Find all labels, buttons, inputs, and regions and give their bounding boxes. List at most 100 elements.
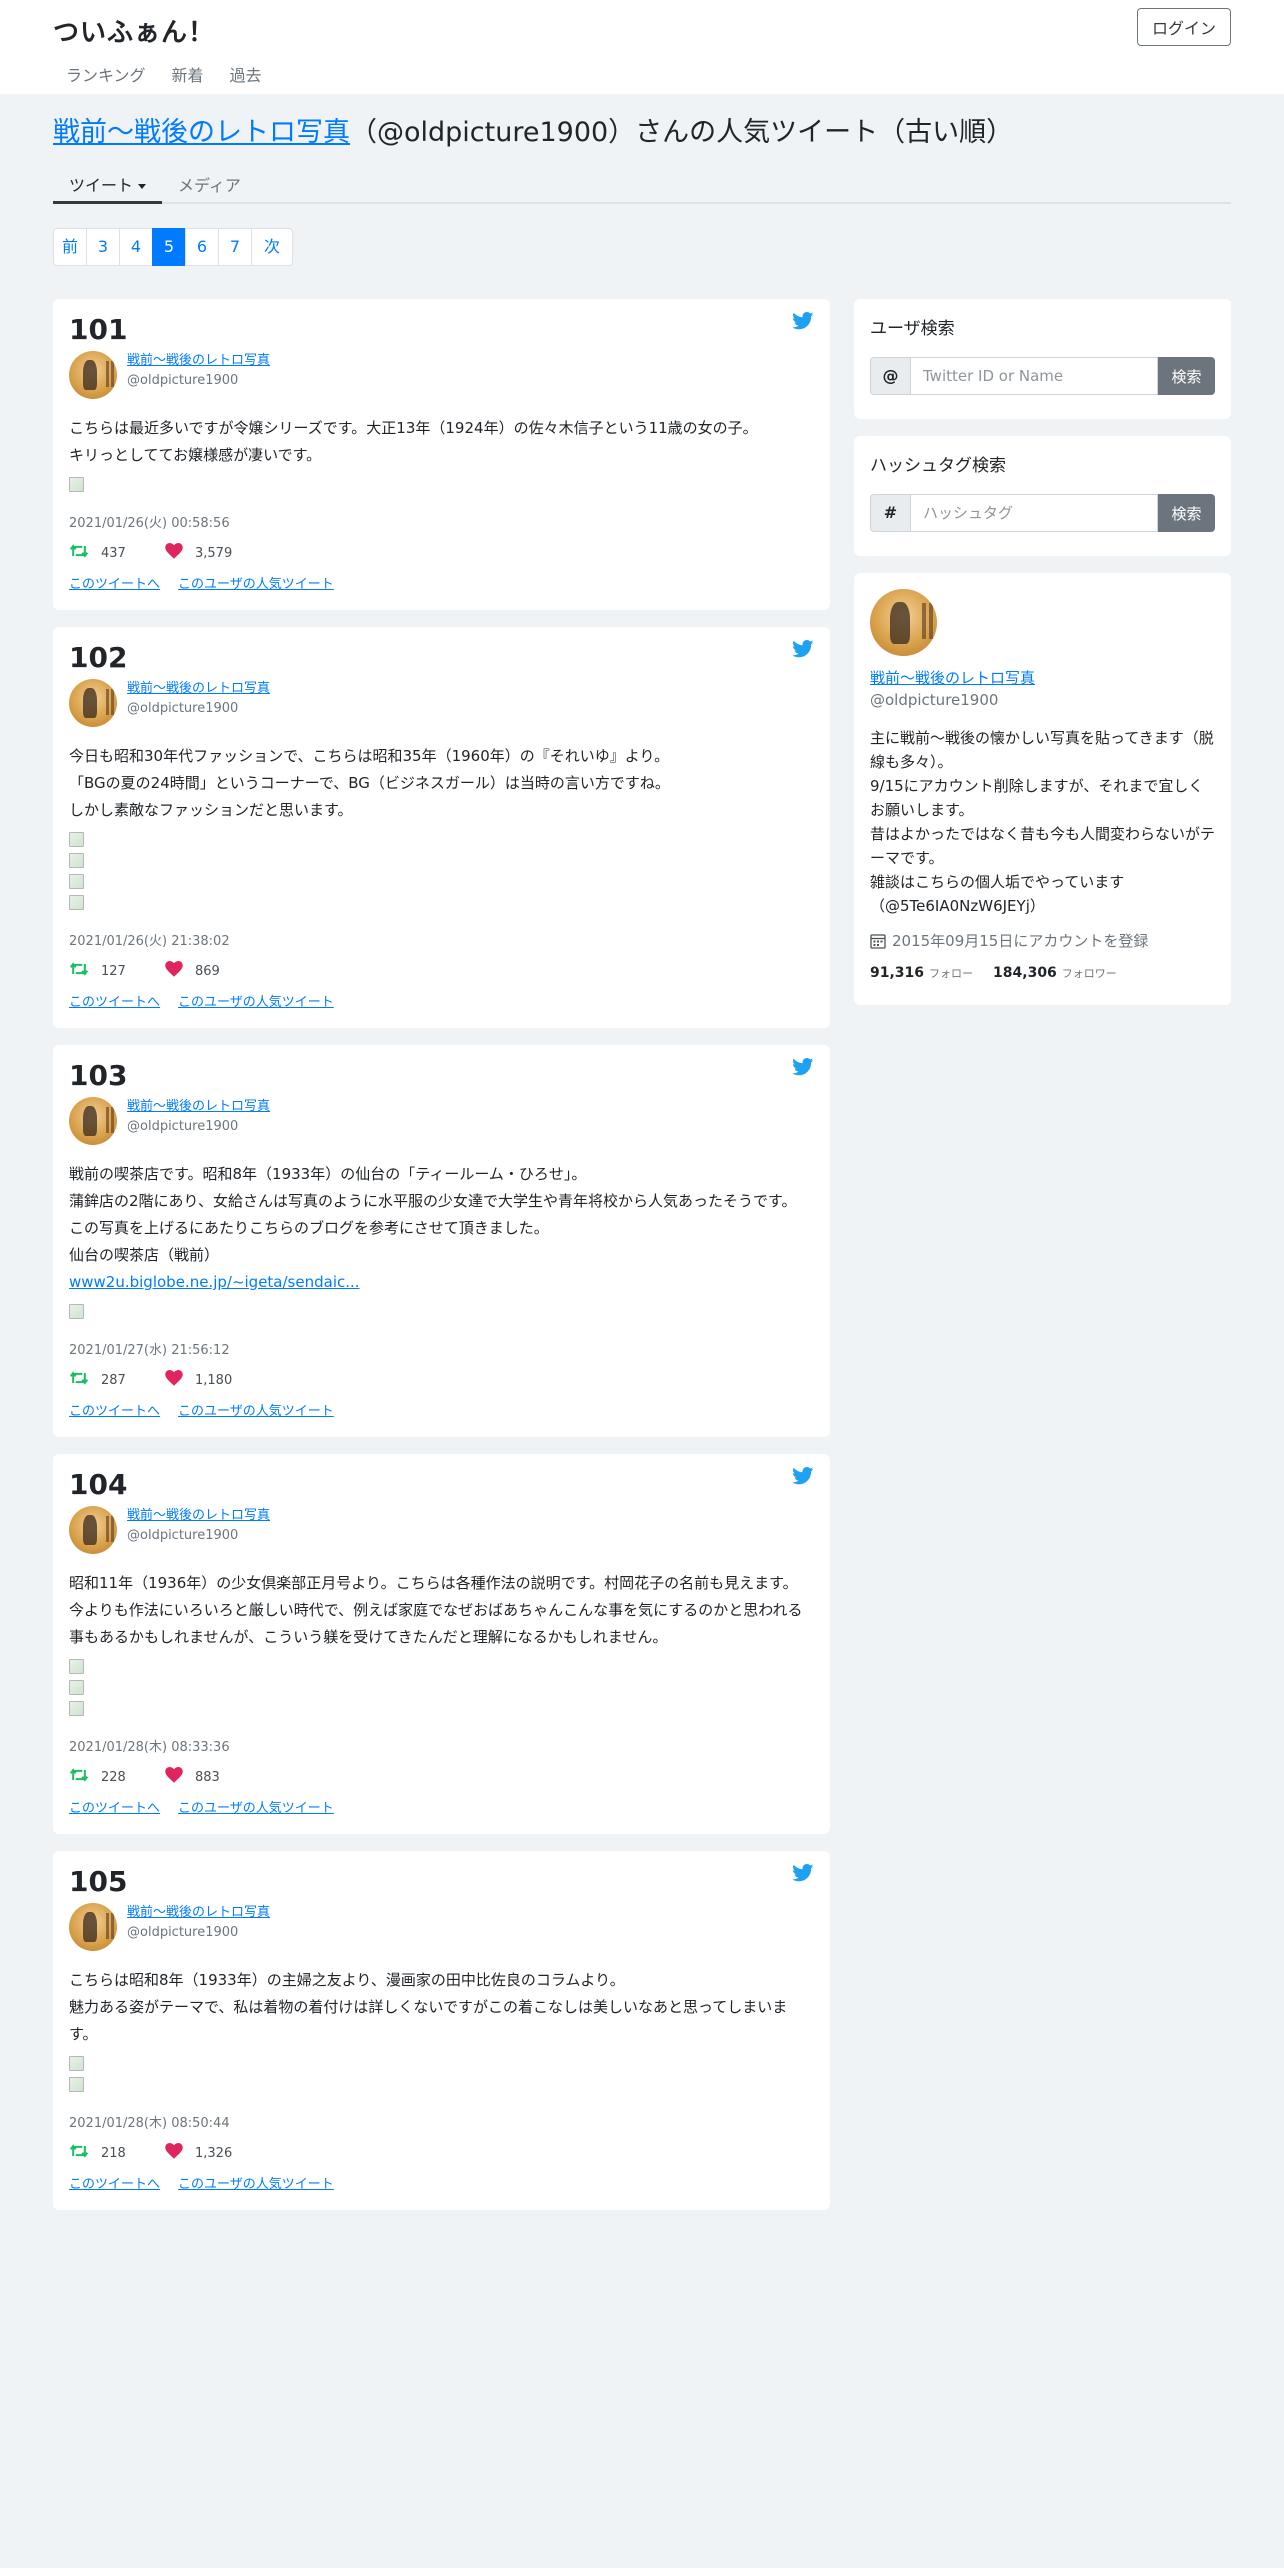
tweet-text: 昭和11年（1936年）の少女倶楽部正月号より。こちらは各種作法の説明です。村岡… xyxy=(69,1574,803,1646)
top-nav: ランキング 新着 過去 xyxy=(53,62,275,86)
tweet-timestamp: 2021/01/28(木) 08:50:44 xyxy=(69,2116,230,2131)
tweet-card: 103 戦前～戦後のレトロ写真 @oldpicture1900 戦前の喫茶店です。昭和… xyxy=(53,1045,830,1437)
tweet-text: こちらは昭和8年（1933年）の主婦之友より、漫画家の田中比佐良のコラムより。 … xyxy=(69,1971,788,2043)
tweet-image[interactable] xyxy=(69,1680,84,1695)
tweet-media xyxy=(69,2056,814,2092)
page-prev[interactable]: 前 xyxy=(53,228,87,266)
author-id: @oldpicture1900 xyxy=(127,701,239,716)
tweet-image[interactable] xyxy=(69,1701,84,1716)
tweet-timestamp: 2021/01/26(火) 00:58:56 xyxy=(69,516,230,531)
tweet-stats: 437 3,579 xyxy=(69,543,814,563)
to-tweet-link[interactable]: このツイートへ xyxy=(69,577,160,592)
retweet-count: 228 xyxy=(101,1769,126,1785)
avatar[interactable] xyxy=(69,351,117,399)
hash-prefix: # xyxy=(870,494,910,532)
nav-ranking[interactable]: ランキング xyxy=(53,62,159,86)
author-name-link[interactable]: 戦前～戦後のレトロ写真 xyxy=(127,1097,270,1117)
user-search-input[interactable] xyxy=(910,357,1158,395)
user-popular-tweets-link[interactable]: このユーザの人気ツイート xyxy=(178,577,334,592)
avatar[interactable] xyxy=(69,1506,117,1554)
tweet-rank: 104 xyxy=(69,1468,128,1501)
tweet-rank: 105 xyxy=(69,1865,128,1898)
tweet-author: 戦前～戦後のレトロ写真 @oldpicture1900 xyxy=(69,679,814,727)
tweet-url-link[interactable]: www2u.biglobe.ne.jp/~igeta/sendaic... xyxy=(69,1269,360,1296)
profile-id: @oldpicture1900 xyxy=(870,691,999,709)
retweet-count: 127 xyxy=(101,963,126,979)
user-search-title: ユーザ検索 xyxy=(870,319,955,339)
user-search-button[interactable]: 検索 xyxy=(1158,357,1215,395)
to-tweet-link[interactable]: このツイートへ xyxy=(69,1801,160,1816)
tweet-card: 105 戦前～戦後のレトロ写真 @oldpicture1900 こちらは昭和8年（19… xyxy=(53,1851,830,2210)
hashtag-search-card: ハッシュタグ検索 # 検索 xyxy=(854,436,1231,556)
tweet-author: 戦前～戦後のレトロ写真 @oldpicture1900 xyxy=(69,1506,814,1554)
tweet-image[interactable] xyxy=(69,853,84,868)
main-container: 戦前～戦後のレトロ写真（@oldpicture1900）さんの人気ツイート（古い… xyxy=(0,118,1284,2227)
like-count: 1,326 xyxy=(195,2145,233,2161)
at-sign-prefix: @ xyxy=(870,357,910,395)
author-id: @oldpicture1900 xyxy=(127,1528,239,1543)
content-layout: 101 戦前～戦後のレトロ写真 @oldpicture1900 こちらは最近多いですが… xyxy=(53,299,1231,2227)
author-name-link[interactable]: 戦前～戦後のレトロ写真 xyxy=(127,679,270,699)
page-5-current[interactable]: 5 xyxy=(152,228,186,266)
page-3[interactable]: 3 xyxy=(86,228,120,266)
author-name-link[interactable]: 戦前～戦後のレトロ写真 xyxy=(127,351,270,371)
twitter-bird-icon[interactable] xyxy=(792,312,814,330)
tweet-list: 101 戦前～戦後のレトロ写真 @oldpicture1900 こちらは最近多いですが… xyxy=(53,299,830,2227)
twitter-bird-icon[interactable] xyxy=(792,1058,814,1076)
page-7[interactable]: 7 xyxy=(218,228,252,266)
twitter-bird-icon[interactable] xyxy=(792,1467,814,1485)
avatar[interactable] xyxy=(69,1903,117,1951)
tab-media[interactable]: メディア xyxy=(162,164,257,202)
avatar[interactable] xyxy=(69,679,117,727)
author-id: @oldpicture1900 xyxy=(127,1925,239,1940)
page-title-user-link[interactable]: 戦前～戦後のレトロ写真 xyxy=(53,117,350,148)
author-name-link[interactable]: 戦前～戦後のレトロ写真 xyxy=(127,1506,270,1526)
retweet-icon xyxy=(69,962,101,980)
user-popular-tweets-link[interactable]: このユーザの人気ツイート xyxy=(178,1801,334,1816)
tweet-image[interactable] xyxy=(69,895,84,910)
tweet-image[interactable] xyxy=(69,1304,84,1319)
tweet-image[interactable] xyxy=(69,874,84,889)
to-tweet-link[interactable]: このツイートへ xyxy=(69,2177,160,2192)
page-next[interactable]: 次 xyxy=(251,228,293,266)
user-popular-tweets-link[interactable]: このユーザの人気ツイート xyxy=(178,2177,334,2192)
hashtag-search-button[interactable]: 検索 xyxy=(1158,494,1215,532)
heart-icon xyxy=(165,1370,195,1390)
profile-bio: 主に戦前～戦後の懐かしい写真を貼ってきます（脱線も多々）。 9/15にアカウント… xyxy=(870,729,1216,915)
tweet-rank: 101 xyxy=(69,313,128,346)
calendar-icon xyxy=(870,933,886,949)
tweet-timestamp: 2021/01/26(火) 21:38:02 xyxy=(69,934,230,949)
pagination: 前 3 4 5 6 7 次 xyxy=(53,228,1231,266)
user-popular-tweets-link[interactable]: このユーザの人気ツイート xyxy=(178,1404,334,1419)
profile-card: 戦前～戦後のレトロ写真 @oldpicture1900 主に戦前～戦後の懐かしい… xyxy=(854,573,1231,1005)
following-count: 91,316 xyxy=(870,965,925,981)
user-popular-tweets-link[interactable]: このユーザの人気ツイート xyxy=(178,995,334,1010)
avatar[interactable] xyxy=(69,1097,117,1145)
author-name-link[interactable]: 戦前～戦後のレトロ写真 xyxy=(127,1903,270,1923)
login-button[interactable]: ログイン xyxy=(1136,8,1231,46)
tweet-image[interactable] xyxy=(69,1659,84,1674)
tweet-rank: 103 xyxy=(69,1059,128,1092)
profile-name-link[interactable]: 戦前～戦後のレトロ写真 xyxy=(870,668,1215,688)
retweet-icon xyxy=(69,544,101,562)
site-brand[interactable]: ついふぁん！ xyxy=(53,12,215,49)
tweet-author: 戦前～戦後のレトロ写真 @oldpicture1900 xyxy=(69,351,814,399)
twitter-bird-icon[interactable] xyxy=(792,640,814,658)
tweet-image[interactable] xyxy=(69,477,84,492)
to-tweet-link[interactable]: このツイートへ xyxy=(69,995,160,1010)
like-count: 1,180 xyxy=(195,1372,233,1388)
hashtag-search-input[interactable] xyxy=(910,494,1158,532)
tweet-links: このツイートへ このユーザの人気ツイート xyxy=(69,573,814,592)
to-tweet-link[interactable]: このツイートへ xyxy=(69,1404,160,1419)
tweet-image[interactable] xyxy=(69,2077,84,2092)
user-search-group: @ 検索 xyxy=(870,357,1215,395)
tweet-image[interactable] xyxy=(69,2056,84,2071)
page-6[interactable]: 6 xyxy=(185,228,219,266)
tweet-image[interactable] xyxy=(69,832,84,847)
twitter-bird-icon[interactable] xyxy=(792,1864,814,1882)
heart-icon xyxy=(165,1767,195,1787)
nav-past[interactable]: 過去 xyxy=(217,62,275,86)
nav-new[interactable]: 新着 xyxy=(159,62,217,86)
tab-tweets[interactable]: ツイート xyxy=(53,164,163,204)
page-4[interactable]: 4 xyxy=(119,228,153,266)
